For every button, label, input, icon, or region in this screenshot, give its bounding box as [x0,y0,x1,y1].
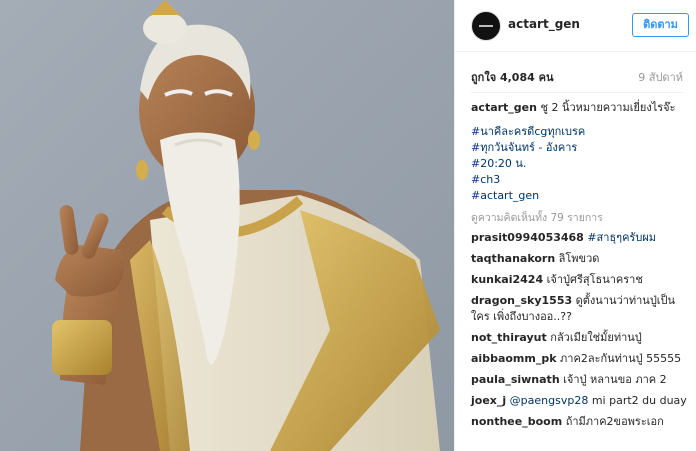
hashtag-link[interactable]: #นาคีละครดีcgทุกเบรค [471,124,689,140]
comment-item: aibbaomm_pk ภาค2ละกันท่านปู่ 55555 [471,351,689,367]
comment-item: nonthee_boom ถ้ามีภาค2ขอพระเอก [471,414,689,430]
comment-username[interactable]: not_thirayut [471,331,547,344]
like-count[interactable]: ถูกใจ 4,084 คน [471,68,553,86]
comment-username[interactable]: nonthee_boom [471,415,562,428]
view-all-comments-link[interactable]: ดูความคิดเห็นทั้ง 79 รายการ [471,210,689,226]
comment-item: taqthanakorn ลิโพขวด [471,251,689,267]
comment-username[interactable]: kunkai2424 [471,273,543,286]
comment-username[interactable]: paula_siwnath [471,373,560,386]
comment-username[interactable]: joex_j [471,394,506,407]
caption: actart_gen ชู 2 นิ้วหมายความเยี่ยงไรจ๊ะ … [471,100,689,204]
comment-text: เจ้าปู่ หลานขอ ภาค 2 [563,373,667,386]
comment-mention[interactable]: @paengsvp28 [510,394,589,407]
comment-item: prasit0994053468 #สาธุๆครับผม [471,230,689,246]
hashtag-link[interactable]: #20:20 น. [471,156,689,172]
hashtag-link[interactable]: #actart_gen [471,188,689,204]
post-photo[interactable] [0,0,454,451]
comment-username[interactable]: prasit0994053468 [471,231,584,244]
comment-item: not_thirayut กลัวเมียใช่มั้ยท่านปู่ [471,330,689,346]
post-header: actart_gen ติดตาม [455,0,696,52]
comment-item: paula_siwnath เจ้าปู่ หลานขอ ภาค 2 [471,372,689,388]
comment-item: joex_j @paengsvp28 mi part2 du duay [471,393,689,409]
caption-text: ชู 2 นิ้วหมายความเยี่ยงไรจ๊ะ [540,101,676,114]
post-time[interactable]: 9 สัปดาห์ [638,68,683,86]
likes-row: ถูกใจ 4,084 คน 9 สัปดาห์ [471,68,683,86]
comment-mention[interactable]: #สาธุๆครับผม [587,231,656,244]
divider [471,92,683,93]
author-username[interactable]: actart_gen [508,17,580,31]
comment-username[interactable]: dragon_sky1553 [471,294,572,307]
comment-text: ถ้ามีภาค2ขอพระเอก [565,415,664,428]
comment-text: ภาค2ละกันท่านปู่ 55555 [560,352,682,365]
comment-text: เจ้าปู่ศรีสุโธนาคราช [546,273,643,286]
comment-text: ลิโพขวด [558,252,600,265]
caption-username[interactable]: actart_gen [471,101,537,114]
instagram-post: actart_gen ติดตาม ถูกใจ 4,084 คน 9 สัปดา… [0,0,696,451]
comment-list: actart_gen ชู 2 นิ้วหมายความเยี่ยงไรจ๊ะ … [471,100,689,435]
comment-username[interactable]: taqthanakorn [471,252,555,265]
comment-item: kunkai2424 เจ้าปู่ศรีสุโธนาคราช [471,272,689,288]
follow-button[interactable]: ติดตาม [632,13,689,37]
comment-text: กลัวเมียใช่มั้ยท่านปู่ [550,331,642,344]
post-image [0,0,454,451]
comment-item: dragon_sky1553 ดูตั้งนานว่าท่านปู่เป็นใค… [471,293,689,325]
comment-username[interactable]: aibbaomm_pk [471,352,557,365]
hashtag-link[interactable]: #ch3 [471,172,689,188]
comment-text: mi part2 du duay [591,394,687,407]
avatar[interactable] [471,11,501,41]
post-side-panel: actart_gen ติดตาม ถูกใจ 4,084 คน 9 สัปดา… [454,0,696,451]
hashtag-link[interactable]: #ทุกวันจันทร์ - อังคาร [471,140,689,156]
